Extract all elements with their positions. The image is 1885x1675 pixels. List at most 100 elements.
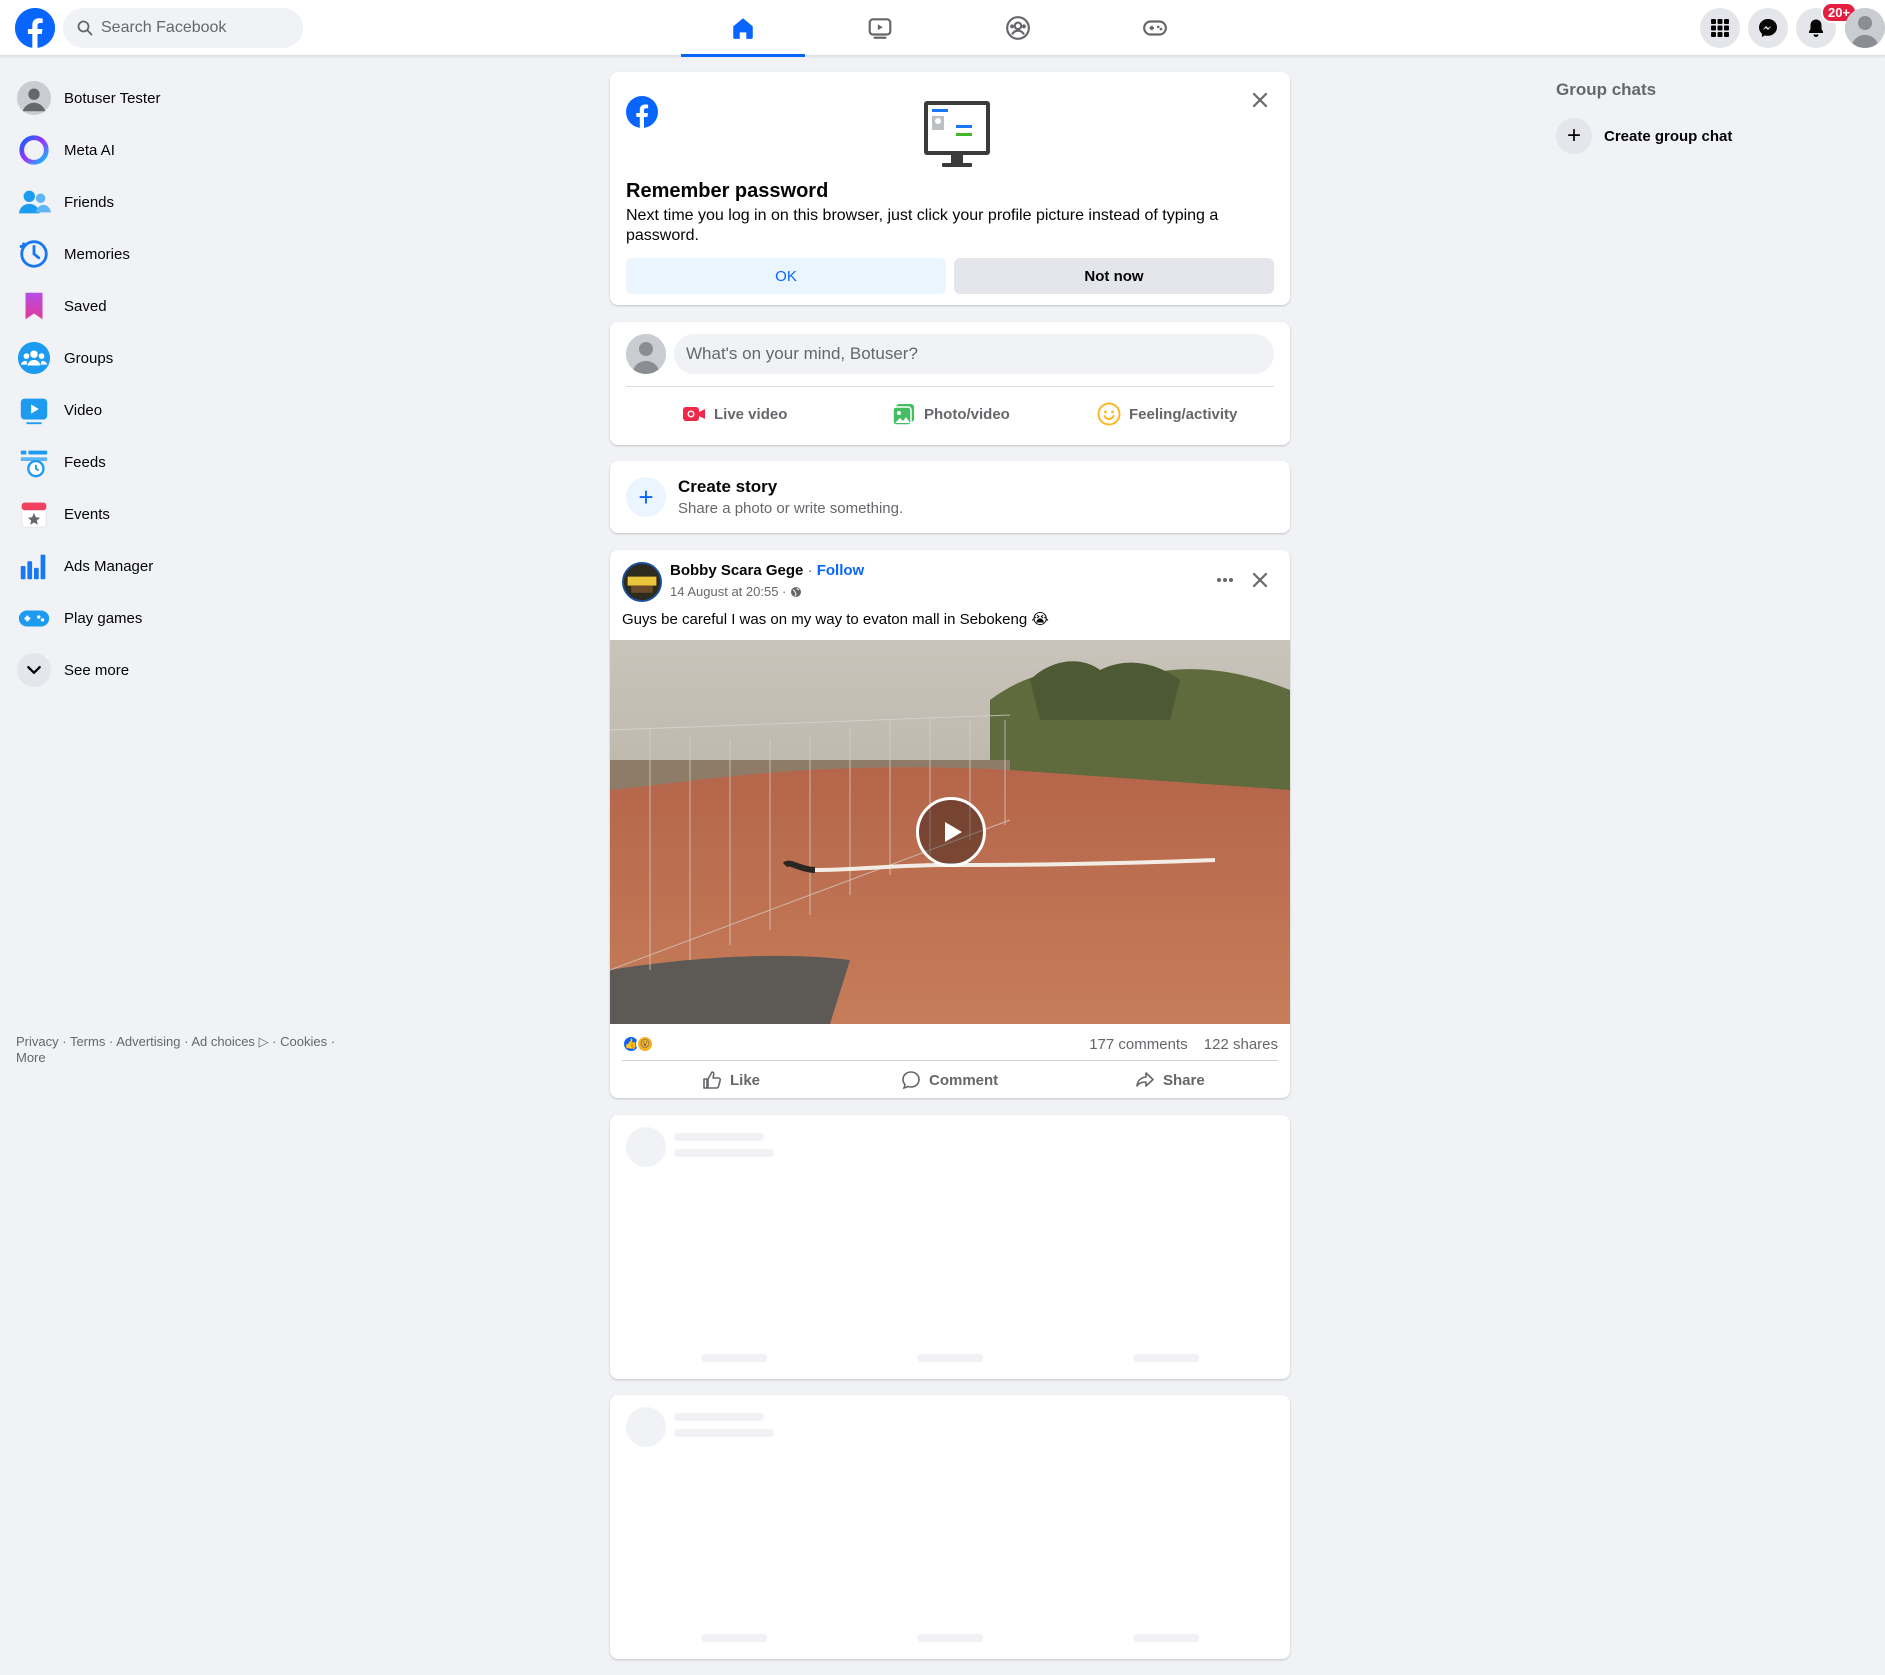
sidebar-item-events[interactable]: Events — [8, 488, 348, 540]
sidebar-item-label: Friends — [64, 193, 115, 211]
gaming-controller-icon — [1143, 20, 1167, 36]
default-avatar-icon — [626, 334, 666, 374]
search-icon — [77, 20, 93, 36]
sidebar-item-memories[interactable]: Memories — [8, 228, 348, 280]
account-avatar[interactable] — [1845, 8, 1885, 48]
remember-password-text: Next time you log in on this browser, ju… — [626, 207, 1219, 244]
sidebar-item-feeds[interactable]: Feeds — [8, 436, 348, 488]
footer-links: Privacy · Terms · Advertising · Ad choic… — [16, 1034, 336, 1065]
post-author-name[interactable]: Bobby Scara Gege — [670, 562, 803, 579]
close-button[interactable] — [1242, 82, 1278, 118]
search-box[interactable] — [63, 8, 303, 48]
sidebar-item-label: Events — [64, 505, 110, 523]
play-button[interactable] — [916, 797, 986, 867]
post-stats: 👍 😮 177 comments 122 shares — [622, 1030, 1278, 1058]
like-button[interactable]: Like — [702, 1064, 760, 1096]
video-icon — [16, 392, 52, 428]
post-video[interactable] — [610, 640, 1290, 1024]
divider — [626, 386, 1274, 387]
separator: · — [807, 562, 813, 579]
create-story-subtitle: Share a photo or write something. — [678, 500, 904, 517]
comment-icon — [902, 1071, 920, 1090]
feeling-activity-button[interactable]: Feeling/activity — [1097, 394, 1237, 434]
avatar[interactable] — [626, 334, 666, 374]
photo-icon — [892, 404, 914, 426]
grid-menu-icon — [1711, 19, 1729, 37]
top-navigation-bar: 20+ — [0, 0, 1885, 57]
tab-home[interactable] — [681, 0, 805, 57]
sidebar-item-groups[interactable]: Groups — [8, 332, 348, 384]
divider — [622, 1060, 1278, 1061]
wow-reaction-icon: 😮 — [636, 1035, 654, 1053]
loading-avatar-placeholder — [626, 1407, 666, 1447]
feeling-activity-label: Feeling/activity — [1129, 405, 1238, 423]
sidebar-item-label: Groups — [64, 349, 114, 367]
photo-video-label: Photo/video — [924, 405, 1010, 423]
sidebar-item-meta-ai[interactable]: Meta AI — [8, 124, 348, 176]
loading-line — [1133, 1354, 1199, 1362]
sidebar-item-ads-manager[interactable]: Ads Manager — [8, 540, 348, 592]
facebook-logo-icon — [626, 96, 658, 128]
menu-button[interactable] — [1700, 8, 1740, 48]
memories-icon — [16, 236, 52, 272]
sidebar-item-video[interactable]: Video — [8, 384, 348, 436]
shares-count[interactable]: 122 shares — [1204, 1036, 1278, 1053]
events-icon — [16, 496, 52, 532]
photo-video-button[interactable]: Photo/video — [892, 394, 1010, 434]
messenger-button[interactable] — [1748, 8, 1788, 48]
group-chats-heading: Group chats — [1556, 80, 1657, 99]
loading-line — [701, 1354, 767, 1362]
share-button[interactable]: Share — [1135, 1064, 1205, 1096]
groups-icon — [1006, 16, 1030, 40]
more-options-button[interactable] — [1207, 562, 1243, 598]
live-video-button[interactable]: Live video — [682, 394, 787, 434]
post-timestamp: 14 August at 20:55 · — [670, 584, 802, 599]
reactions-summary[interactable]: 👍 😮 — [622, 1035, 654, 1053]
sidebar-item-label: Video — [64, 401, 103, 419]
close-icon — [1252, 572, 1268, 588]
tab-gaming[interactable] — [1093, 0, 1217, 56]
tab-groups[interactable] — [956, 0, 1080, 56]
terms-link[interactable]: Terms — [70, 1034, 105, 1049]
status-input[interactable]: What's on your mind, Botuser? — [674, 334, 1274, 374]
search-input[interactable] — [101, 19, 291, 37]
globe-icon — [791, 586, 802, 597]
close-icon — [1252, 92, 1268, 108]
loading-line — [674, 1429, 774, 1437]
computer-monitor-illustration-icon — [922, 99, 992, 169]
comment-button[interactable]: Comment — [901, 1064, 998, 1096]
sidebar-item-profile[interactable]: Botuser Tester — [8, 72, 348, 124]
loading-line — [674, 1133, 764, 1141]
create-group-chat-button[interactable]: + Create group chat — [1556, 116, 1732, 156]
post-time-text[interactable]: 14 August at 20:55 · — [670, 584, 786, 599]
loading-line — [1133, 1634, 1199, 1642]
create-story-card[interactable]: + Create story Share a photo or write so… — [610, 461, 1290, 533]
hide-post-button[interactable] — [1242, 562, 1278, 598]
comments-count[interactable]: 177 comments — [1089, 1036, 1187, 1053]
ad-choices-link[interactable]: Ad choices — [191, 1034, 255, 1049]
advertising-link[interactable]: Advertising — [116, 1034, 180, 1049]
sidebar-item-play-games[interactable]: Play games — [8, 592, 348, 644]
not-now-button[interactable]: Not now — [954, 258, 1274, 294]
sidebar-item-saved[interactable]: Saved — [8, 280, 348, 332]
friends-icon — [16, 184, 52, 220]
tab-video[interactable] — [818, 0, 942, 56]
live-video-icon — [683, 407, 705, 421]
loading-line — [674, 1149, 774, 1157]
smiley-icon — [1097, 402, 1121, 426]
sidebar-item-see-more[interactable]: See more — [8, 644, 348, 696]
ok-button[interactable]: OK — [626, 258, 946, 294]
privacy-link[interactable]: Privacy — [16, 1034, 59, 1049]
comment-label: Comment — [929, 1071, 999, 1089]
more-link[interactable]: More — [16, 1050, 46, 1065]
facebook-logo-icon[interactable] — [15, 8, 55, 48]
plus-icon: + — [626, 477, 666, 517]
saved-icon — [16, 288, 52, 324]
sidebar-item-friends[interactable]: Friends — [8, 176, 348, 228]
sidebar-item-label: Play games — [64, 609, 143, 627]
loading-line — [674, 1413, 764, 1421]
avatar[interactable] — [622, 562, 662, 602]
follow-link[interactable]: Follow — [817, 562, 865, 579]
cookies-link[interactable]: Cookies — [280, 1034, 327, 1049]
post-composer-card: What's on your mind, Botuser? Live video… — [610, 322, 1290, 445]
